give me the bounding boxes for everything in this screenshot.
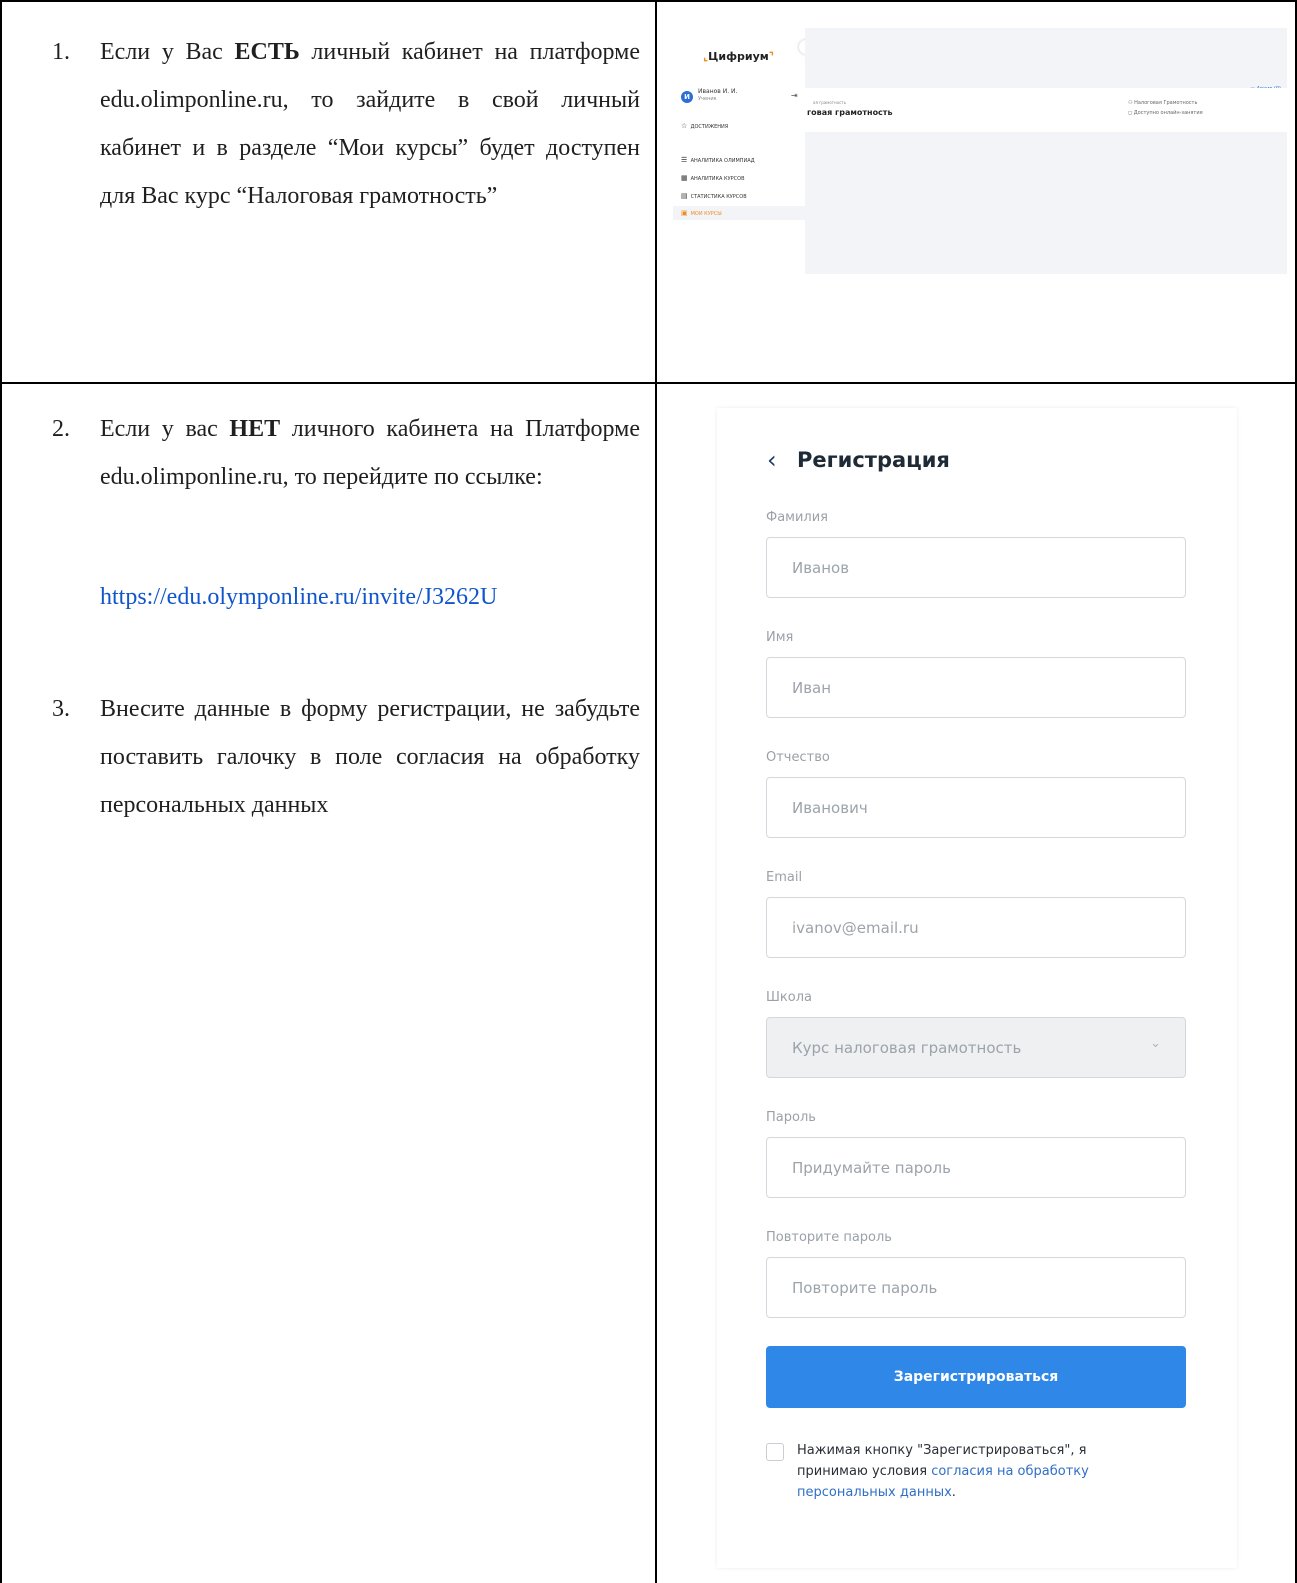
table-divider-horizontal (0, 382, 1297, 384)
dashboard-screenshot: ⌞Цифриум⌝ И Иванов И. И. Ученик ⇥ ☆ дост… (673, 28, 1287, 274)
lastname-input[interactable]: Иванов (766, 537, 1186, 598)
dashboard-main: ▭ Архив (0) ая грамотность говая грамотн… (805, 28, 1287, 274)
chevron-down-icon: ⌄ (1150, 1036, 1161, 1051)
course-breadcrumb: ая грамотность (813, 100, 846, 105)
firstname-input[interactable]: Иван (766, 657, 1186, 718)
patronymic-placeholder: Иванович (792, 799, 868, 817)
email-placeholder: ivanov@email.ru (792, 919, 919, 937)
user-role: Ученик (698, 96, 717, 102)
course-info-subject: ⚇ Налоговая Грамотность (1128, 100, 1198, 106)
consent-end: . (951, 1485, 956, 1500)
step-2-text-bold: НЕТ (229, 416, 281, 442)
password-input[interactable]: Придумайте пароль (766, 1137, 1186, 1198)
course-title: говая грамотность (807, 108, 893, 117)
firstname-label: Имя (766, 630, 794, 645)
logout-icon[interactable]: ⇥ (791, 91, 798, 100)
table-divider-vertical (655, 0, 657, 1583)
avatar[interactable]: И (681, 91, 693, 103)
lastname-placeholder: Иванов (792, 559, 850, 577)
password-placeholder: Придумайте пароль (792, 1159, 951, 1177)
table-border-top (0, 0, 1297, 2)
star-icon: ☆ (681, 122, 688, 130)
step-3-number: 3. (52, 696, 70, 722)
doc-icon: ▤ (681, 192, 688, 200)
register-button[interactable]: Зарегистрироваться (766, 1346, 1186, 1408)
password-repeat-label: Повторите пароль (766, 1230, 892, 1245)
consent-text: Нажимая кнопку "Зарегистрироваться", я п… (797, 1440, 1157, 1503)
step-1-text-bold: ЕСТЬ (234, 39, 300, 65)
school-select[interactable]: Курс налоговая грамотность ⌄ (766, 1017, 1186, 1078)
step-1-text-before: Если у Вас (100, 39, 223, 65)
sidebar-item-course-analytics[interactable]: ▦ аналитика курсов (681, 174, 745, 182)
lastname-label: Фамилия (766, 510, 828, 525)
consent-checkbox[interactable] (766, 1443, 784, 1461)
school-value: Курс налоговая грамотность (792, 1039, 1022, 1057)
table-border-left (0, 0, 2, 1583)
email-field[interactable]: ivanov@email.ru (766, 897, 1186, 958)
course-info-access: ◻ Доступно онлайн-занятия (1128, 110, 1203, 116)
course-card[interactable]: ая грамотность говая грамотность ⚇ Налог… (805, 88, 1287, 132)
dashboard-logo: ⌞Цифриум⌝ (703, 50, 774, 63)
step-3-text: Внесите данные в форму регистрации, не з… (100, 696, 640, 818)
sidebar-item-course-stats[interactable]: ▤ статистика курсов (681, 192, 747, 200)
sidebar-item-achievements[interactable]: ☆ достижения (681, 122, 728, 130)
email-label: Email (766, 870, 803, 885)
chevron-left-icon[interactable]: ‹ (767, 446, 777, 474)
step-1-number: 1. (52, 39, 70, 65)
courses-icon: ▣ (681, 209, 688, 217)
invite-link[interactable]: https://edu.olymponline.ru/invite/J3262U (100, 573, 497, 621)
patronymic-input[interactable]: Иванович (766, 777, 1186, 838)
registration-form-screenshot: ‹ Регистрация Фамилия Иванов Имя Иван От… (717, 408, 1237, 1568)
step-1-text: Если у Вас ЕСТЬ личный кабинет на платфо… (100, 28, 640, 220)
patronymic-label: Отчество (766, 750, 830, 765)
password-label: Пароль (766, 1110, 816, 1125)
registration-title: Регистрация (797, 448, 950, 472)
password-repeat-input[interactable]: Повторите пароль (766, 1257, 1186, 1318)
sidebar-item-olympiad-analytics[interactable]: ☰ аналитика олимпиад (681, 156, 755, 164)
table-icon: ▦ (681, 174, 688, 182)
firstname-placeholder: Иван (792, 679, 832, 697)
password-repeat-placeholder: Повторите пароль (792, 1279, 938, 1297)
user-name: Иванов И. И. (698, 88, 738, 95)
step-2-text: Если у вас НЕТ личного кабинета на Платф… (100, 405, 640, 501)
dashboard-sidebar: ⌞Цифриум⌝ И Иванов И. И. Ученик ⇥ ☆ дост… (673, 28, 805, 274)
school-label: Школа (766, 990, 812, 1005)
sidebar-item-my-courses[interactable]: ▣ мои курсы (673, 206, 805, 220)
step-2-text-before: Если у вас (100, 416, 218, 442)
step-2-number: 2. (52, 416, 70, 442)
list-icon: ☰ (681, 156, 688, 164)
